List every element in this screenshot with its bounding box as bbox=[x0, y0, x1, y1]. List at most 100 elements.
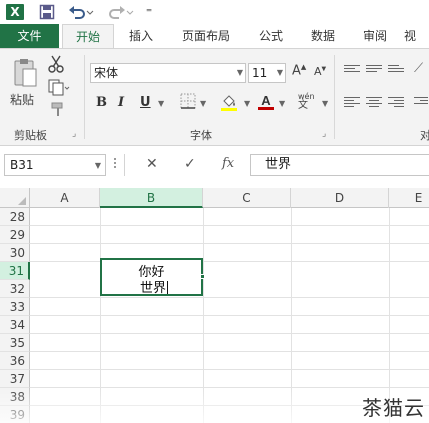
align-middle-icon[interactable] bbox=[366, 65, 382, 77]
clipboard-launcher-icon[interactable]: ⌟ bbox=[72, 129, 76, 139]
gridline bbox=[30, 297, 429, 298]
orientation-icon[interactable]: ⟋ bbox=[414, 61, 423, 76]
format-painter-icon[interactable] bbox=[50, 101, 66, 120]
tab-file[interactable]: 文件 bbox=[0, 24, 59, 48]
phonetic-guide-icon[interactable]: wén 文 bbox=[298, 93, 320, 111]
text-caret bbox=[167, 281, 169, 294]
row-header[interactable]: 32 bbox=[0, 280, 30, 298]
decrease-font-size-button[interactable]: A▼ bbox=[314, 65, 326, 78]
column-header-c[interactable]: C bbox=[203, 188, 291, 208]
copy-icon[interactable] bbox=[48, 79, 70, 97]
tab-home[interactable]: 开始 bbox=[62, 24, 114, 49]
gridline bbox=[30, 225, 429, 226]
excel-logo-letter: X bbox=[6, 4, 24, 20]
fill-color-icon[interactable] bbox=[220, 93, 238, 111]
formula-input[interactable]: 世界 bbox=[250, 154, 429, 176]
column-header-b[interactable]: B bbox=[100, 188, 203, 208]
customize-toolbar-icon[interactable]: ⁼ bbox=[142, 2, 156, 22]
gridline bbox=[30, 261, 429, 262]
tab-view[interactable]: 视 bbox=[404, 24, 429, 48]
font-launcher-icon[interactable]: ⌟ bbox=[322, 129, 326, 139]
font-group-label: 字体 bbox=[190, 129, 212, 142]
column-header-a[interactable]: A bbox=[30, 188, 100, 208]
name-box-value: B31 bbox=[10, 158, 34, 172]
resize-handle-icon[interactable] bbox=[114, 158, 118, 172]
chevron-down-icon: ▼ bbox=[236, 68, 243, 77]
font-color-icon[interactable]: A bbox=[258, 93, 274, 111]
row-header[interactable]: 33 bbox=[0, 298, 30, 316]
alignment-group-label: 对 bbox=[420, 129, 429, 142]
row-header[interactable]: 28 bbox=[0, 208, 30, 226]
paste-icon[interactable] bbox=[12, 57, 38, 89]
ribbon-home-panel: 粘贴 剪贴板 ⌟ 宋体 ▼ 11 ▼ A▲ A▼ B I U ▼ ▼ ▼ A ▼… bbox=[0, 48, 429, 146]
underline-button[interactable]: U bbox=[140, 95, 151, 110]
font-size-value: 11 bbox=[252, 66, 268, 80]
chevron-down-icon[interactable]: ▼ bbox=[279, 99, 285, 108]
align-bottom-icon[interactable] bbox=[388, 65, 404, 77]
italic-button[interactable]: I bbox=[118, 95, 124, 110]
tab-insert[interactable]: 插入 bbox=[118, 24, 164, 48]
gridline bbox=[30, 243, 429, 244]
tab-page-layout[interactable]: 页面布局 bbox=[170, 24, 242, 48]
cut-icon[interactable] bbox=[48, 55, 64, 77]
paste-button-label[interactable]: 粘贴 bbox=[10, 91, 34, 108]
chevron-down-icon[interactable]: ▼ bbox=[158, 99, 164, 108]
gridline bbox=[30, 333, 429, 334]
save-icon[interactable] bbox=[36, 2, 58, 22]
align-center-icon[interactable] bbox=[366, 97, 382, 109]
name-box[interactable]: B31 ▼ bbox=[4, 154, 106, 176]
undo-icon[interactable] bbox=[66, 2, 96, 22]
font-name-select[interactable]: 宋体 ▼ bbox=[90, 63, 246, 83]
row-header[interactable]: 37 bbox=[0, 370, 30, 388]
enter-icon[interactable]: ✓ bbox=[184, 156, 196, 172]
quick-access-toolbar: X ⁼ bbox=[0, 0, 429, 24]
row-header[interactable]: 35 bbox=[0, 334, 30, 352]
worksheet-grid[interactable]: A B C D E 28 29 30 31 32 33 34 35 36 37 … bbox=[0, 188, 429, 423]
tab-data[interactable]: 数据 bbox=[300, 24, 346, 48]
column-header-e[interactable]: E bbox=[389, 188, 429, 208]
redo-icon[interactable] bbox=[106, 2, 136, 22]
increase-font-size-button[interactable]: A▲ bbox=[292, 63, 306, 78]
column-header-d[interactable]: D bbox=[291, 188, 389, 208]
font-name-value: 宋体 bbox=[94, 66, 119, 80]
shrink-font-label: A bbox=[314, 65, 322, 78]
row-header[interactable]: 29 bbox=[0, 226, 30, 244]
group-divider bbox=[84, 55, 85, 139]
cell-text-line-2-value: 世界 bbox=[140, 281, 167, 296]
chevron-down-icon: ▼ bbox=[276, 68, 283, 77]
row-header[interactable]: 36 bbox=[0, 352, 30, 370]
active-cell-b31[interactable]: 你好 世界 bbox=[100, 258, 205, 296]
cell-text-line-2: 世界 bbox=[140, 277, 169, 296]
gridline bbox=[30, 351, 429, 352]
grow-font-label: A bbox=[292, 63, 301, 79]
fill-handle[interactable] bbox=[200, 274, 205, 279]
formula-bar: B31 ▼ ✕ ✓ fx 世界 bbox=[0, 146, 429, 186]
clipboard-group-label: 剪贴板 bbox=[14, 129, 47, 142]
chevron-down-icon[interactable]: ▼ bbox=[95, 156, 101, 176]
insert-function-button[interactable]: fx bbox=[222, 156, 234, 171]
row-header-active[interactable]: 31 bbox=[0, 262, 30, 280]
borders-icon[interactable] bbox=[180, 93, 196, 109]
chevron-down-icon[interactable]: ▼ bbox=[244, 99, 250, 108]
excel-logo-icon: X bbox=[4, 2, 26, 22]
chevron-down-icon[interactable]: ▼ bbox=[200, 99, 206, 108]
gridline bbox=[30, 369, 429, 370]
row-header[interactable]: 30 bbox=[0, 244, 30, 262]
tab-formulas[interactable]: 公式 bbox=[248, 24, 294, 48]
chevron-down-icon[interactable]: ▼ bbox=[322, 99, 328, 108]
align-top-icon[interactable] bbox=[344, 65, 360, 77]
cancel-icon[interactable]: ✕ bbox=[146, 156, 158, 172]
align-left-icon[interactable] bbox=[344, 97, 360, 109]
align-right-icon[interactable] bbox=[388, 97, 404, 109]
row-header[interactable]: 34 bbox=[0, 316, 30, 334]
indent-icon[interactable] bbox=[414, 97, 428, 109]
column-headers: A B C D E bbox=[0, 188, 429, 208]
tab-review[interactable]: 审阅 bbox=[352, 24, 398, 48]
phonetic-glyph: 文 bbox=[298, 100, 308, 111]
select-all-corner[interactable] bbox=[0, 188, 30, 208]
bold-button[interactable]: B bbox=[96, 95, 107, 110]
font-size-select[interactable]: 11 ▼ bbox=[248, 63, 286, 83]
gridline bbox=[30, 315, 429, 316]
watermark: 茶猫云 bbox=[362, 396, 425, 420]
ribbon-tabs: 文件 开始 插入 页面布局 公式 数据 审阅 视 bbox=[0, 24, 429, 49]
